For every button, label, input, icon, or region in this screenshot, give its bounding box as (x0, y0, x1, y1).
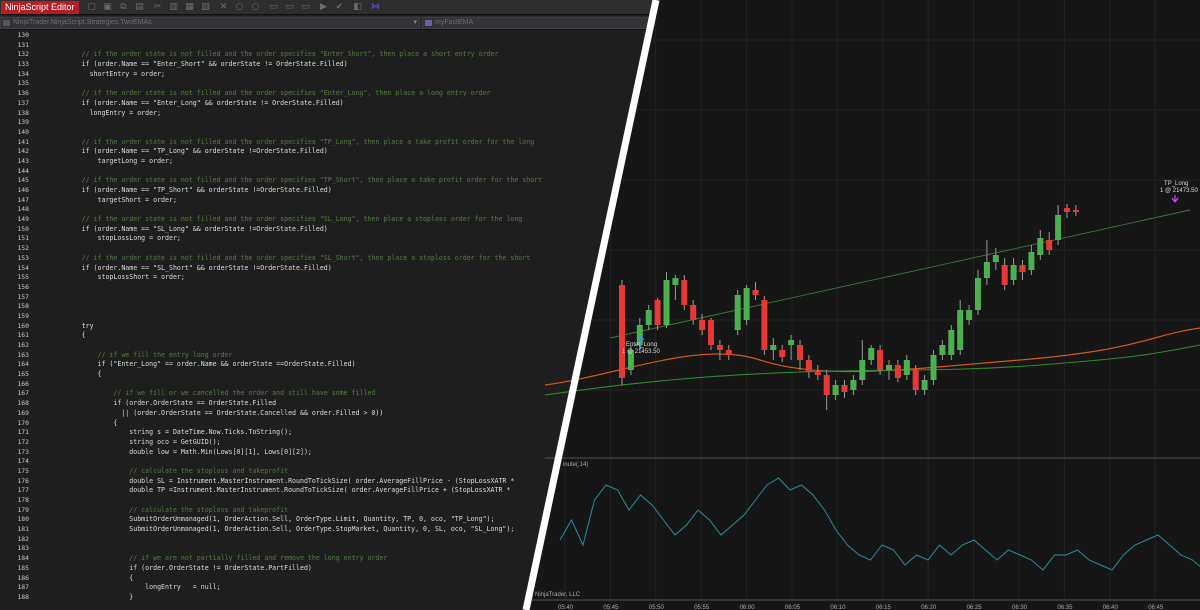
trade-entry-name: Enter_Long (626, 342, 657, 348)
candle-bullish (939, 345, 946, 355)
candle-bullish (1037, 238, 1044, 255)
candle-bearish (1001, 265, 1008, 285)
candle-bearish (619, 285, 625, 378)
candle-bullish (1010, 265, 1017, 280)
trade-entry-fill: 1 @ 21453.50 (622, 349, 660, 355)
time-tick-label: 05:55 (694, 605, 710, 610)
candle-bullish (868, 348, 875, 360)
candle-bullish (663, 280, 670, 325)
candle-bullish (983, 262, 990, 278)
time-tick-label: 06:20 (921, 605, 937, 610)
candle-bullish (948, 330, 955, 355)
candle-bullish (966, 310, 973, 320)
trade-exit-fill: 1 @ 21473.50 (1160, 188, 1198, 194)
candle-bullish (1028, 252, 1035, 270)
candle-bullish (672, 278, 679, 285)
time-tick-label: 06:05 (785, 605, 801, 610)
candle-bearish (805, 360, 812, 372)
time-tick-label: 06:45 (1148, 605, 1164, 610)
candle-bearish (841, 385, 848, 392)
candle-bullish (859, 360, 866, 380)
candle-bearish (681, 280, 688, 305)
candle-bullish (832, 385, 839, 395)
time-tick-label: 05:50 (649, 605, 665, 610)
candle-bearish (1064, 208, 1070, 212)
time-tick-label: 06:25 (967, 605, 983, 610)
candle-bearish (894, 365, 901, 378)
candle-bullish (957, 310, 964, 350)
candle-bearish (912, 370, 919, 390)
copyright-label: NinjaTrader, LLC (535, 592, 581, 598)
trade-exit-name: TP_Long (1164, 181, 1188, 187)
candle-bullish (903, 360, 910, 375)
candle-bearish (716, 345, 723, 350)
candle-bearish (877, 350, 884, 370)
candle-bearish (823, 375, 830, 395)
candle-bearish (725, 350, 732, 355)
candle-bullish (734, 295, 741, 330)
candle-bearish (1072, 210, 1079, 212)
candle-bullish (645, 310, 652, 325)
candle-bearish (708, 320, 714, 345)
time-tick-label: 05:40 (558, 605, 574, 610)
candle-bullish (886, 365, 892, 370)
candle-bullish (975, 278, 981, 310)
price-chart[interactable]: Enter_Long 1 @ 21453.50 TP_Long 1 @ 2147… (0, 0, 1200, 610)
candle-bullish (921, 380, 928, 390)
candle-bearish (1019, 265, 1026, 272)
time-tick-label: 06:15 (876, 605, 892, 610)
candle-bullish (743, 288, 750, 320)
time-tick-label: 06:30 (1012, 605, 1028, 610)
candle-bearish (779, 350, 786, 357)
time-tick-label: 06:00 (740, 605, 756, 610)
candle-bullish (788, 340, 795, 345)
candle-bearish (814, 372, 821, 375)
candle-bullish (770, 345, 777, 350)
candle-bearish (690, 305, 697, 320)
candle-bearish (797, 345, 803, 360)
candle-bullish (1055, 215, 1062, 240)
candle-bearish (699, 320, 706, 330)
candle-bearish (761, 300, 768, 350)
time-tick-label: 06:35 (1057, 605, 1073, 610)
indicator-panel-label: inute(,14) (563, 462, 588, 468)
candle-bearish (752, 290, 759, 295)
time-tick-label: 06:10 (830, 605, 846, 610)
candle-bullish (992, 255, 999, 262)
chart-background (530, 0, 1200, 610)
candle-bearish (1046, 240, 1053, 250)
time-tick-label: 05:45 (603, 605, 619, 610)
candle-bullish (850, 380, 857, 390)
candle-bullish (930, 355, 937, 380)
candle-bearish (654, 300, 661, 325)
time-tick-label: 06:40 (1103, 605, 1119, 610)
